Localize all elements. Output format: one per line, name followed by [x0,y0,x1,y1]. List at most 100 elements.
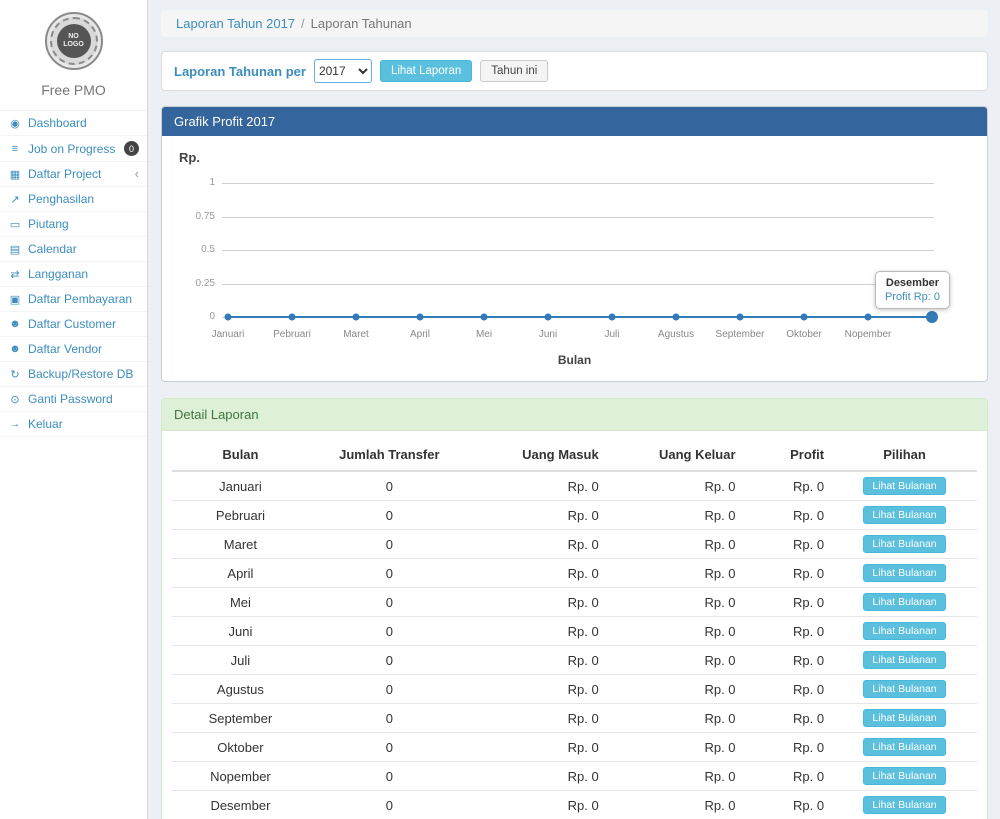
chart-plot-area: Desember Profit Rp: 0 10.750.50.250 [222,173,934,325]
table-header-row: BulanJumlah TransferUang MasukUang Kelua… [172,439,977,471]
lihat-bulanan-button[interactable]: Lihat Bulanan [863,680,945,698]
column-header: Pilihan [832,439,977,471]
chevron-left-icon: ‹ [135,169,139,179]
lihat-bulanan-button[interactable]: Lihat Bulanan [863,709,945,727]
chart-tooltip: Desember Profit Rp: 0 [875,271,950,309]
sidebar-item-label: Keluar [28,417,63,431]
sidebar-item-calendar[interactable]: ▤ Calendar [0,237,147,262]
daftar-project-icon: ▦ [8,168,22,181]
report-table: BulanJumlah TransferUang MasukUang Kelua… [172,439,977,819]
detail-laporan-panel: Detail Laporan BulanJumlah TransferUang … [161,398,988,819]
sidebar-item-label: Ganti Password [28,392,113,406]
sidebar-item-job-on-progress[interactable]: ≡Job on Progress0 [0,136,147,162]
sidebar-item-label: Piutang [28,217,69,231]
data-point-desember[interactable] [926,311,938,323]
data-point-september[interactable] [737,314,744,321]
sidebar-item-keluar[interactable]: → Keluar [0,412,147,437]
sidebar-item-label: Dashboard [28,116,87,130]
lihat-bulanan-button[interactable]: Lihat Bulanan [863,593,945,611]
data-point-oktober[interactable] [801,314,808,321]
report-filter-panel: Laporan Tahunan per 2017 Lihat Laporan T… [161,51,988,91]
data-point-pebruari[interactable] [289,314,296,321]
column-header: Uang Keluar [607,439,744,471]
tooltip-title: Desember [885,277,940,289]
table-row: Oktober0Rp. 0Rp. 0Rp. 0Lihat Bulanan [172,733,977,762]
backup-restore-db-icon: ↻ [8,368,22,381]
sidebar-item-label: Penghasilan [28,192,94,206]
main-content: Laporan Tahun 2017/Laporan Tahunan Lapor… [149,0,1000,819]
lihat-bulanan-button[interactable]: Lihat Bulanan [863,477,945,495]
x-tick-label: Mei [476,329,492,340]
sidebar-item-label: Job on Progress [28,142,115,156]
piutang-icon: ▭ [8,218,22,231]
detail-panel-title: Detail Laporan [162,399,987,431]
sidebar-item-ganti-password[interactable]: ⊙ Ganti Password [0,387,147,412]
data-point-april[interactable] [417,314,424,321]
year-select[interactable]: 2017 [314,59,372,83]
lihat-bulanan-button[interactable]: Lihat Bulanan [863,535,945,553]
daftar-pembayaran-icon: ▣ [8,293,22,306]
chart-panel: Grafik Profit 2017 Rp. Desember Profit R… [161,106,988,382]
lihat-bulanan-button[interactable]: Lihat Bulanan [863,767,945,785]
chart-x-axis-title: Bulan [177,353,972,367]
table-row: Mei0Rp. 0Rp. 0Rp. 0Lihat Bulanan [172,588,977,617]
lihat-bulanan-button[interactable]: Lihat Bulanan [863,651,945,669]
data-point-juli[interactable] [609,314,616,321]
calendar-icon: ▤ [8,243,22,256]
keluar-icon: → [8,418,22,430]
daftar-customer-icon: ☻ [8,318,22,330]
ganti-password-icon: ⊙ [8,393,22,406]
sidebar-item-dashboard[interactable]: ◉Dashboard [0,111,147,136]
lihat-bulanan-button[interactable]: Lihat Bulanan [863,564,945,582]
sidebar-item-daftar-vendor[interactable]: ☻ Daftar Vendor [0,337,147,362]
sidebar-item-daftar-project[interactable]: ▦ Daftar Project ‹ [0,162,147,187]
x-tick-label: Maret [343,329,369,340]
table-row: Juli0Rp. 0Rp. 0Rp. 0Lihat Bulanan [172,646,977,675]
logo: NO LOGO Free PMO [0,0,147,110]
column-header: Bulan [172,439,309,471]
x-tick-label: Juni [539,329,557,340]
data-point-juni[interactable] [545,314,552,321]
sidebar-item-label: Daftar Project [28,167,101,181]
data-point-agustus[interactable] [673,314,680,321]
lihat-bulanan-button[interactable]: Lihat Bulanan [863,622,945,640]
profit-line [228,316,932,318]
x-tick-label: Agustus [658,329,694,340]
sidebar-item-label: Calendar [28,242,77,256]
data-point-nopember[interactable] [865,314,872,321]
table-row: Agustus0Rp. 0Rp. 0Rp. 0Lihat Bulanan [172,675,977,704]
lihat-bulanan-button[interactable]: Lihat Bulanan [863,796,945,814]
lihat-bulanan-button[interactable]: Lihat Bulanan [863,738,945,756]
table-row: Maret0Rp. 0Rp. 0Rp. 0Lihat Bulanan [172,530,977,559]
data-point-mei[interactable] [481,314,488,321]
data-point-januari[interactable] [225,314,232,321]
data-point-maret[interactable] [353,314,360,321]
y-tick-label: 0.5 [177,244,215,255]
sidebar-item-langganan[interactable]: ⇄Langganan [0,262,147,287]
y-tick-label: 0 [177,311,215,322]
breadcrumb-link-laporan-tahun[interactable]: Laporan Tahun 2017 [176,16,295,31]
sidebar-item-backup-restore-db[interactable]: ↻Backup/Restore DB [0,362,147,387]
job-on-progress-icon: ≡ [8,143,22,155]
lihat-bulanan-button[interactable]: Lihat Bulanan [863,506,945,524]
sidebar-item-daftar-customer[interactable]: ☻ Daftar Customer [0,312,147,337]
tooltip-value: Profit Rp: 0 [885,291,940,303]
x-tick-label: September [716,329,765,340]
breadcrumb-separator: / [295,16,311,31]
no-logo-badge: NO LOGO [45,12,103,70]
column-header: Profit [744,439,833,471]
x-tick-label: Nopember [845,329,892,340]
sidebar-item-label: Daftar Vendor [28,342,102,356]
sidebar-item-penghasilan[interactable]: ↗Penghasilan [0,187,147,212]
chart-series [228,173,932,325]
sidebar-item-label: Daftar Customer [28,317,116,331]
y-tick-label: 1 [177,177,215,188]
sidebar-item-piutang[interactable]: ▭ Piutang [0,212,147,237]
y-tick-label: 0.25 [177,278,215,289]
sidebar-item-daftar-pembayaran[interactable]: ▣Daftar Pembayaran [0,287,147,312]
x-tick-label: Oktober [786,329,822,340]
tahun-ini-button[interactable]: Tahun ini [480,60,548,82]
lihat-laporan-button[interactable]: Lihat Laporan [380,60,472,82]
daftar-vendor-icon: ☻ [8,343,22,355]
table-row: September0Rp. 0Rp. 0Rp. 0Lihat Bulanan [172,704,977,733]
